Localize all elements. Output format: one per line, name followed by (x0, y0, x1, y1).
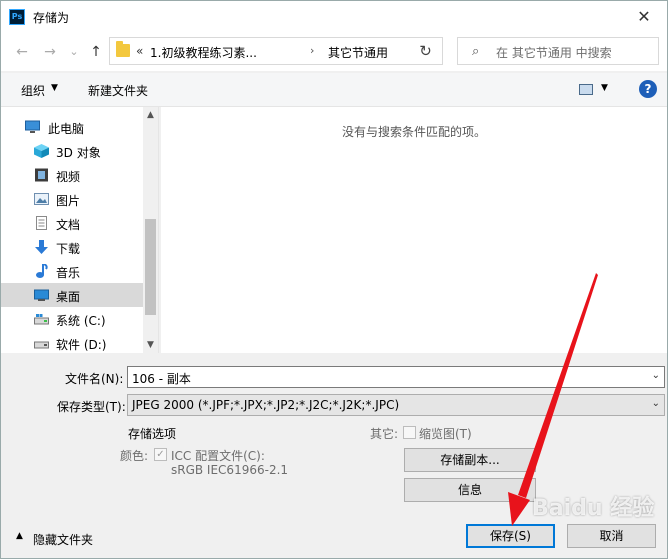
icc-checkbox[interactable]: ✓ (154, 448, 167, 461)
color-label: 颜色: (120, 449, 149, 463)
video-icon (35, 168, 48, 182)
filename-value[interactable]: 106 - 副本 (132, 370, 191, 387)
sidebar-item-pictures[interactable]: 图片 (1, 187, 143, 211)
pc-icon (25, 120, 40, 133)
sidebar-item-label: 桌面 (56, 290, 81, 304)
dialog-title: 存储为 (33, 11, 70, 25)
address-segment-current[interactable]: 其它节通用 (328, 44, 388, 61)
hide-folders-icon[interactable]: ▲ (16, 531, 23, 541)
save-copy-button[interactable]: 存储副本... (404, 448, 536, 472)
filename-field[interactable]: 106 - 副本 ⌄ (127, 366, 665, 388)
sidebar-item-label: 音乐 (56, 266, 81, 280)
address-bar[interactable]: « 1.初级教程练习素... › 其它节通用 ⌄ (109, 37, 500, 65)
documents-icon (36, 216, 47, 230)
help-icon[interactable]: ? (639, 80, 657, 98)
info-button[interactable]: 信息 (404, 478, 536, 502)
filetype-select[interactable]: JPEG 2000 (*.JPF;*.JPX;*.JP2;*.J2C;*.J2K… (127, 394, 665, 416)
filetype-dropdown-icon[interactable]: ⌄ (652, 398, 660, 409)
address-segment-parent[interactable]: 1.初级教程练习素... (150, 44, 257, 61)
sidebar-item-documents[interactable]: 文档 (1, 211, 143, 235)
save-button[interactable]: 保存(S) (466, 524, 555, 548)
sidebar-item-label: 文档 (56, 218, 81, 232)
sidebar-item-label: 图片 (56, 194, 81, 208)
scroll-down-icon[interactable]: ▼ (143, 337, 158, 353)
scrollbar-thumb[interactable] (145, 219, 156, 315)
close-button[interactable]: ✕ (621, 1, 667, 33)
sidebar-item-drive-d[interactable]: 软件 (D:) (1, 331, 143, 355)
sidebar-item-3d-objects[interactable]: 3D 对象 (1, 139, 143, 163)
3d-objects-icon (34, 144, 49, 158)
drive-d-icon (34, 341, 49, 349)
save-options-title: 存储选项 (128, 427, 177, 441)
downloads-icon (35, 240, 48, 254)
title-bar: Ps 存储为 ✕ (1, 1, 667, 33)
sidebar-item-drive-c[interactable]: 系统 (C:) (1, 307, 143, 331)
refresh-button[interactable]: ↻ (409, 37, 443, 65)
cancel-button[interactable]: 取消 (567, 524, 656, 548)
filetype-label: 保存类型(T): (57, 400, 126, 414)
drive-c-icon (34, 314, 49, 325)
view-mode-icon[interactable] (579, 84, 593, 95)
sidebar-item-label: 视频 (56, 170, 81, 184)
sidebar-item-label: 软件 (D:) (56, 338, 107, 352)
sidebar-item-label: 此电脑 (48, 122, 85, 136)
save-options-panel: 文件名(N): 106 - 副本 ⌄ 保存类型(T): JPEG 2000 (*… (1, 353, 667, 558)
icc-profile-name: sRGB IEC61966-2.1 (171, 463, 289, 477)
scroll-up-icon[interactable]: ▲ (143, 107, 158, 123)
navigation-pane: 此电脑 3D 对象 视频 图片 文档 下载 音乐 桌面 系统 (C:) 软件 (… (1, 107, 159, 353)
sidebar-item-label: 3D 对象 (56, 146, 101, 160)
address-chevron-icon[interactable]: › (310, 44, 314, 57)
thumbnail-checkbox[interactable] (403, 426, 416, 439)
pictures-icon (34, 193, 49, 205)
search-icon: ⌕ (472, 44, 480, 59)
navigation-bar: ← → ⌄ ↑ « 1.初级教程练习素... › 其它节通用 ⌄ ↻ ⌕ 在 其… (1, 33, 667, 71)
hide-folders-button[interactable]: 隐藏文件夹 (33, 531, 93, 548)
filename-label: 文件名(N): (65, 372, 124, 386)
address-overflow[interactable]: « (136, 44, 143, 58)
sidebar-scrollbar[interactable]: ▲ ▼ (143, 107, 158, 353)
sidebar-item-video[interactable]: 视频 (1, 163, 143, 187)
sidebar-item-this-pc[interactable]: 此电脑 (1, 115, 143, 139)
back-button[interactable]: ← (11, 42, 33, 62)
baidu-watermark: Baidu 经验 (532, 496, 655, 521)
music-icon (36, 264, 48, 278)
empty-results-message: 没有与搜索条件匹配的项。 (341, 125, 486, 139)
filetype-value[interactable]: JPEG 2000 (*.JPF;*.JPX;*.JP2;*.J2C;*.J2K… (132, 398, 399, 412)
file-list-pane[interactable]: 没有与搜索条件匹配的项。 (161, 107, 667, 353)
sidebar-item-label: 系统 (C:) (56, 314, 106, 328)
organize-button[interactable]: 组织 (21, 82, 45, 99)
organize-dropdown-icon[interactable]: ▼ (51, 83, 58, 93)
sidebar-item-desktop[interactable]: 桌面 (1, 283, 143, 307)
other-label: 其它: (370, 427, 399, 441)
desktop-icon (34, 289, 49, 301)
folder-icon (116, 41, 130, 57)
up-button[interactable]: ↑ (85, 42, 107, 62)
save-as-dialog: Ps 存储为 ✕ ← → ⌄ ↑ « 1.初级教程练习素... › 其它节通用 … (0, 0, 668, 559)
sidebar-item-label: 下载 (56, 242, 81, 256)
command-toolbar: 组织 ▼ 新建文件夹 ▼ ? (1, 73, 667, 107)
sidebar-item-downloads[interactable]: 下载 (1, 235, 143, 259)
forward-button[interactable]: → (39, 42, 61, 62)
icc-label: ICC 配置文件(C): (171, 449, 265, 463)
photoshop-app-icon: Ps (9, 9, 25, 25)
view-mode-dropdown-icon[interactable]: ▼ (601, 83, 608, 93)
thumbnail-label: 缩览图(T) (419, 427, 472, 441)
sidebar-item-music[interactable]: 音乐 (1, 259, 143, 283)
search-placeholder: 在 其它节通用 中搜索 (496, 46, 612, 60)
search-box[interactable]: ⌕ 在 其它节通用 中搜索 (457, 37, 659, 65)
new-folder-button[interactable]: 新建文件夹 (88, 82, 148, 99)
filename-dropdown-icon[interactable]: ⌄ (652, 370, 660, 381)
recent-locations-button[interactable]: ⌄ (63, 42, 85, 62)
